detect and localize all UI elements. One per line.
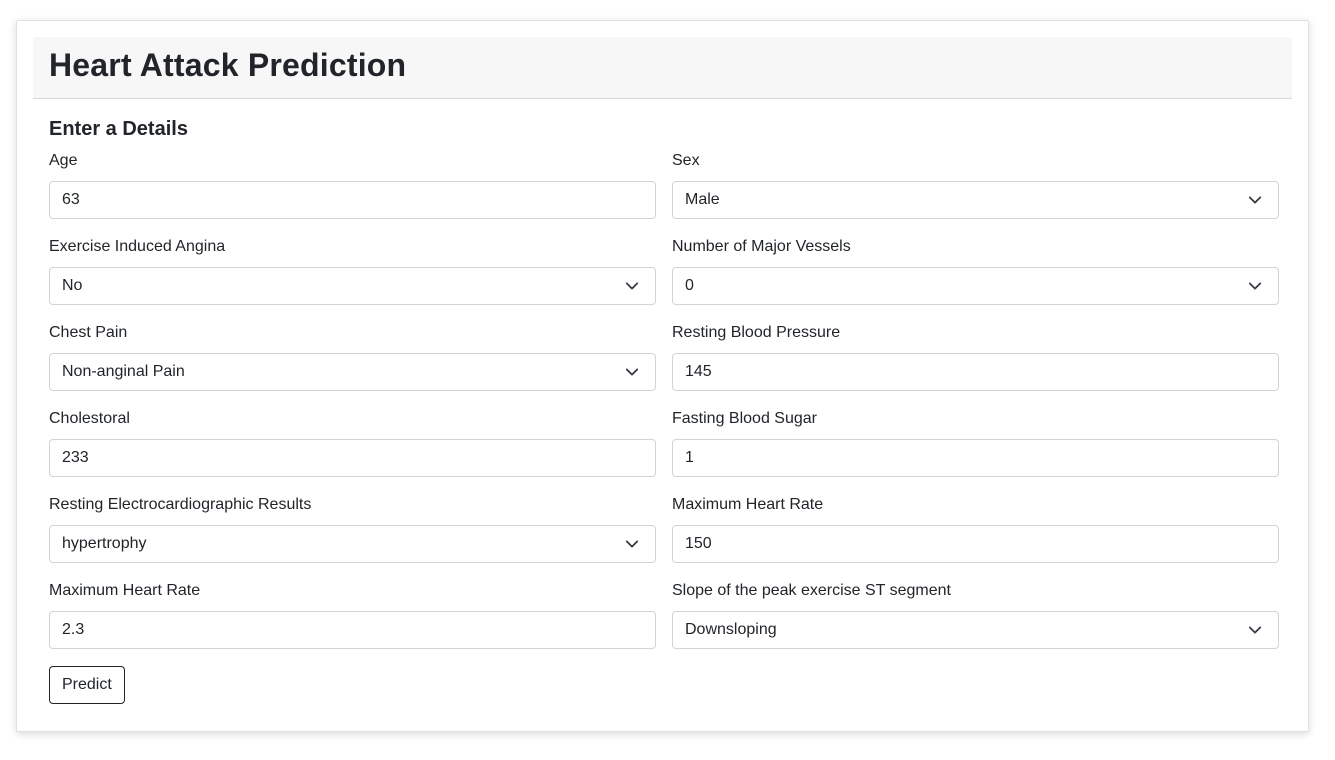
- section-title: Enter a Details: [49, 118, 188, 140]
- predict-button[interactable]: Predict: [49, 666, 125, 704]
- cholestoral-input[interactable]: [49, 439, 656, 477]
- chevron-down-icon: [625, 282, 639, 290]
- field-max-heart-rate-2: Maximum Heart Rate: [49, 578, 656, 664]
- exercise-angina-select-value: No: [62, 277, 83, 294]
- st-slope-select[interactable]: Downsloping: [672, 611, 1279, 649]
- chevron-down-icon: [625, 368, 639, 376]
- fasting-sugar-input[interactable]: [672, 439, 1279, 477]
- chest-pain-select-value: Non-anginal Pain: [62, 363, 185, 380]
- resting-ecg-select[interactable]: hypertrophy: [49, 525, 656, 563]
- field-age: Age: [49, 148, 656, 234]
- field-resting-bp: Resting Blood Pressure: [672, 320, 1279, 406]
- age-label: Age: [49, 152, 78, 169]
- field-chest-pain: Chest Pain Non-anginal Pain: [49, 320, 656, 406]
- sex-label: Sex: [672, 152, 700, 169]
- max-heart-rate-label: Maximum Heart Rate: [672, 496, 824, 513]
- form-grid: Age Sex Male Exercise Induced Angina No: [49, 148, 1279, 664]
- major-vessels-label: Number of Major Vessels: [672, 238, 851, 255]
- page-title: Heart Attack Prediction: [49, 47, 407, 83]
- field-st-slope: Slope of the peak exercise ST segment Do…: [672, 578, 1279, 664]
- resting-bp-input[interactable]: [672, 353, 1279, 391]
- st-slope-label: Slope of the peak exercise ST segment: [672, 582, 951, 599]
- card-header: Heart Attack Prediction: [33, 37, 1292, 99]
- resting-bp-label: Resting Blood Pressure: [672, 324, 841, 341]
- chevron-down-icon: [1248, 626, 1262, 634]
- field-cholestoral: Cholestoral: [49, 406, 656, 492]
- field-fasting-sugar: Fasting Blood Sugar: [672, 406, 1279, 492]
- chest-pain-select[interactable]: Non-anginal Pain: [49, 353, 656, 391]
- max-heart-rate-2-input[interactable]: [49, 611, 656, 649]
- exercise-angina-label: Exercise Induced Angina: [49, 238, 226, 255]
- sex-select[interactable]: Male: [672, 181, 1279, 219]
- exercise-angina-select[interactable]: No: [49, 267, 656, 305]
- cholestoral-label: Cholestoral: [49, 410, 130, 427]
- card-body: Enter a Details Age Sex Male Exercise In: [33, 99, 1292, 704]
- max-heart-rate-input[interactable]: [672, 525, 1279, 563]
- fasting-sugar-label: Fasting Blood Sugar: [672, 410, 817, 427]
- field-resting-ecg: Resting Electrocardiographic Results hyp…: [49, 492, 656, 578]
- field-sex: Sex Male: [672, 148, 1279, 234]
- chevron-down-icon: [1248, 282, 1262, 290]
- max-heart-rate-2-label: Maximum Heart Rate: [49, 582, 201, 599]
- resting-ecg-select-value: hypertrophy: [62, 535, 147, 552]
- chevron-down-icon: [625, 540, 639, 548]
- field-major-vessels: Number of Major Vessels 0: [672, 234, 1279, 320]
- field-max-heart-rate: Maximum Heart Rate: [672, 492, 1279, 578]
- age-input[interactable]: [49, 181, 656, 219]
- chest-pain-label: Chest Pain: [49, 324, 128, 341]
- major-vessels-select[interactable]: 0: [672, 267, 1279, 305]
- major-vessels-select-value: 0: [685, 277, 694, 294]
- prediction-card: Heart Attack Prediction Enter a Details …: [33, 37, 1292, 731]
- st-slope-select-value: Downsloping: [685, 621, 777, 638]
- chevron-down-icon: [1248, 196, 1262, 204]
- sex-select-value: Male: [685, 191, 720, 208]
- outer-card: Heart Attack Prediction Enter a Details …: [16, 20, 1309, 732]
- field-exercise-angina: Exercise Induced Angina No: [49, 234, 656, 320]
- resting-ecg-label: Resting Electrocardiographic Results: [49, 496, 312, 513]
